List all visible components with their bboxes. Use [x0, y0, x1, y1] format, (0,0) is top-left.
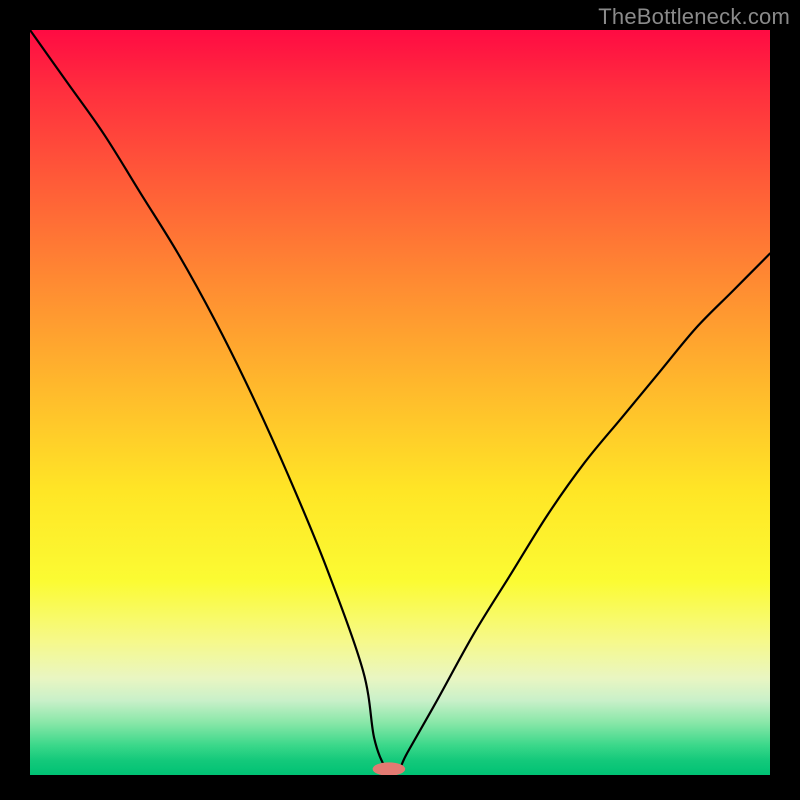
- plot-svg: [30, 30, 770, 775]
- watermark-label: TheBottleneck.com: [598, 4, 790, 30]
- plot-area: [30, 30, 770, 775]
- chart-frame: TheBottleneck.com: [0, 0, 800, 800]
- minimum-marker: [373, 762, 406, 775]
- bottleneck-curve: [30, 30, 770, 772]
